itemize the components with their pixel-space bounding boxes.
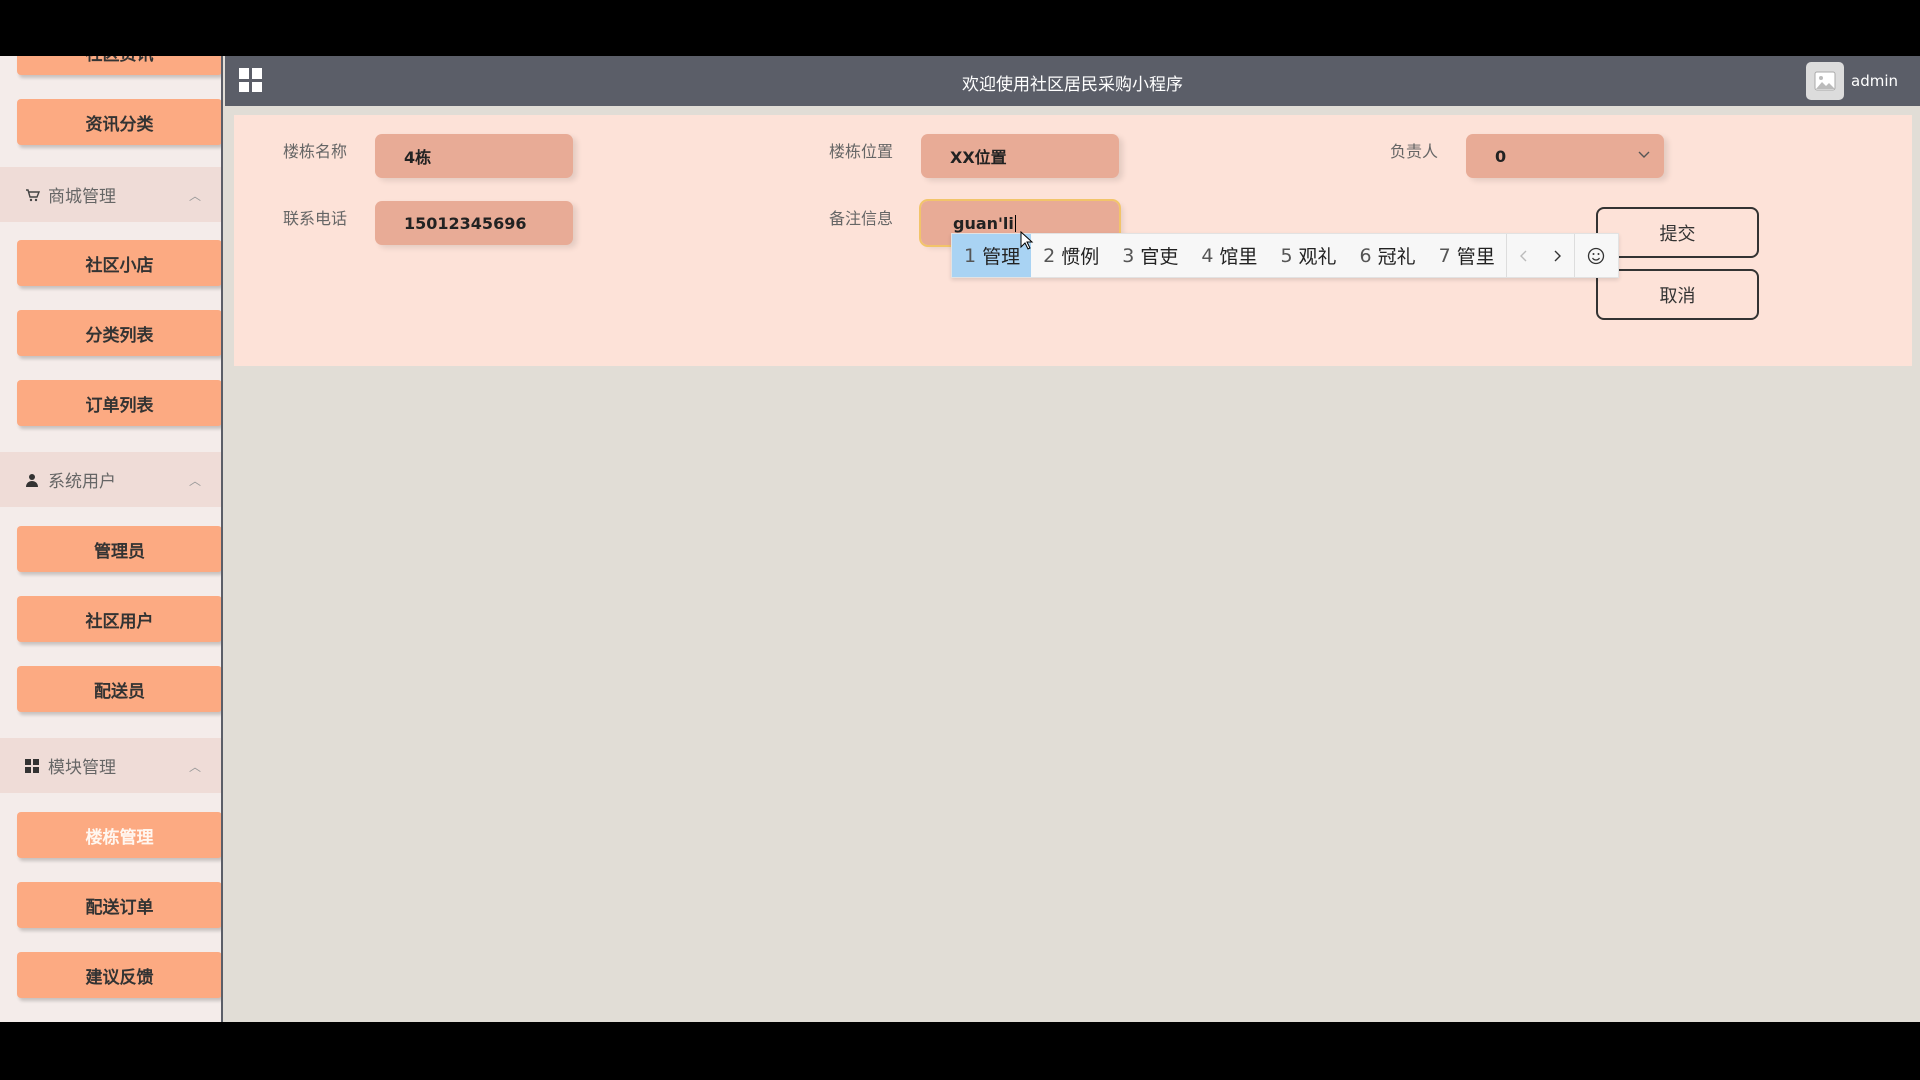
building-location-field[interactable]: XX位置 [921, 134, 1119, 178]
sidebar-item-feedback[interactable]: 建议反馈 [17, 952, 221, 998]
sidebar-item-label: 订单列表 [85, 395, 154, 416]
building-name-field[interactable]: 4栋 [375, 134, 573, 178]
text-caret [1014, 214, 1016, 232]
mouse-pointer-icon [1020, 230, 1034, 255]
sidebar-item-label: 配送员 [94, 681, 145, 702]
sidebar-item-label: 社区小店 [85, 255, 154, 276]
ime-candidate[interactable]: 3 官吏 [1110, 234, 1189, 277]
ime-candidate[interactable]: 5 观礼 [1268, 234, 1347, 277]
manager-value: 0 [1495, 146, 1507, 166]
sidebar-group-mall[interactable]: 商城管理 ︿ [0, 167, 221, 222]
sidebar-item-label: 楼栋管理 [85, 827, 154, 848]
building-location-label: 楼栋位置 [829, 142, 894, 161]
remark-label: 备注信息 [829, 209, 894, 228]
sidebar-group-modules[interactable]: 模块管理 ︿ [0, 738, 221, 793]
smiley-icon[interactable] [1575, 234, 1618, 277]
chevron-right-icon[interactable] [1540, 234, 1574, 277]
sidebar-group-label: 系统用户 [48, 472, 116, 492]
manager-select[interactable]: 0 [1466, 134, 1664, 178]
chevron-left-icon[interactable] [1507, 234, 1541, 277]
ime-candidate[interactable]: 2 惯例 [1031, 234, 1110, 277]
image-icon [1814, 71, 1836, 91]
sidebar-item-label: 配送订单 [85, 897, 154, 918]
building-name-label: 楼栋名称 [283, 142, 348, 161]
sidebar-item-delivery-order[interactable]: 配送订单 [17, 882, 221, 928]
manager-label: 负责人 [1390, 142, 1439, 161]
building-name-value: 4栋 [404, 148, 432, 167]
ime-candidate-bar: 1 管理 2 惯例 3 官吏 4 馆里 5 观礼 6 冠礼 7 管里 [951, 233, 1619, 278]
username-label[interactable]: admin [1851, 72, 1898, 90]
sidebar-item-community-news[interactable]: 社区资讯 [17, 56, 221, 75]
cancel-button[interactable]: 取消 [1596, 269, 1759, 320]
chevron-down-icon [1638, 148, 1650, 162]
building-location-value: XX位置 [950, 148, 1007, 167]
submit-button[interactable]: 提交 [1596, 207, 1759, 258]
person-icon [24, 472, 40, 488]
sidebar-item-order-list[interactable]: 订单列表 [17, 380, 221, 426]
chevron-up-icon: ︿ [188, 189, 201, 203]
phone-label: 联系电话 [283, 209, 348, 228]
sidebar-item-category-list[interactable]: 分类列表 [17, 310, 221, 356]
ime-candidate[interactable]: 4 馆里 [1189, 234, 1268, 277]
chevron-up-icon: ︿ [188, 760, 201, 774]
phone-value: 15012345696 [404, 213, 527, 233]
sidebar-item-community-user[interactable]: 社区用户 [17, 596, 221, 642]
sidebar-item-label: 资讯分类 [85, 114, 154, 135]
sidebar-item-label: 社区资讯 [86, 56, 154, 65]
ime-candidate[interactable]: 6 冠礼 [1348, 234, 1427, 277]
sidebar-item-courier[interactable]: 配送员 [17, 666, 221, 712]
sidebar-item-label: 管理员 [94, 541, 145, 562]
remark-value: guan'li [953, 213, 1014, 233]
sidebar-item-building-management[interactable]: 楼栋管理 [17, 812, 221, 858]
sidebar-item-label: 社区用户 [85, 611, 154, 632]
sidebar-item-label: 分类列表 [85, 325, 154, 346]
chevron-up-icon: ︿ [188, 474, 201, 488]
sidebar-group-label: 模块管理 [48, 758, 116, 778]
sidebar: 社区资讯 资讯分类 商城管理 ︿ 社区小店 分类列表 订单列表 系统用户 ︿ [0, 56, 223, 1022]
sidebar-item-label: 建议反馈 [85, 967, 154, 988]
cart-icon [24, 187, 40, 203]
sidebar-group-users[interactable]: 系统用户 ︿ [0, 452, 221, 507]
sidebar-item-admin[interactable]: 管理员 [17, 526, 221, 572]
sidebar-item-info-category[interactable]: 资讯分类 [17, 99, 221, 145]
ime-candidate[interactable]: 7 管里 [1427, 234, 1506, 277]
sidebar-group-label: 商城管理 [48, 187, 116, 207]
grid-icon [24, 758, 40, 774]
app-title: 欢迎使用社区居民采购小程序 [962, 75, 1183, 95]
sidebar-item-community-shop[interactable]: 社区小店 [17, 240, 221, 286]
top-header: 欢迎使用社区居民采购小程序 admin [225, 56, 1920, 106]
phone-field[interactable]: 15012345696 [375, 201, 573, 245]
app-screen: 社区资讯 资讯分类 商城管理 ︿ 社区小店 分类列表 订单列表 系统用户 ︿ [0, 56, 1920, 1022]
avatar[interactable] [1806, 62, 1844, 100]
